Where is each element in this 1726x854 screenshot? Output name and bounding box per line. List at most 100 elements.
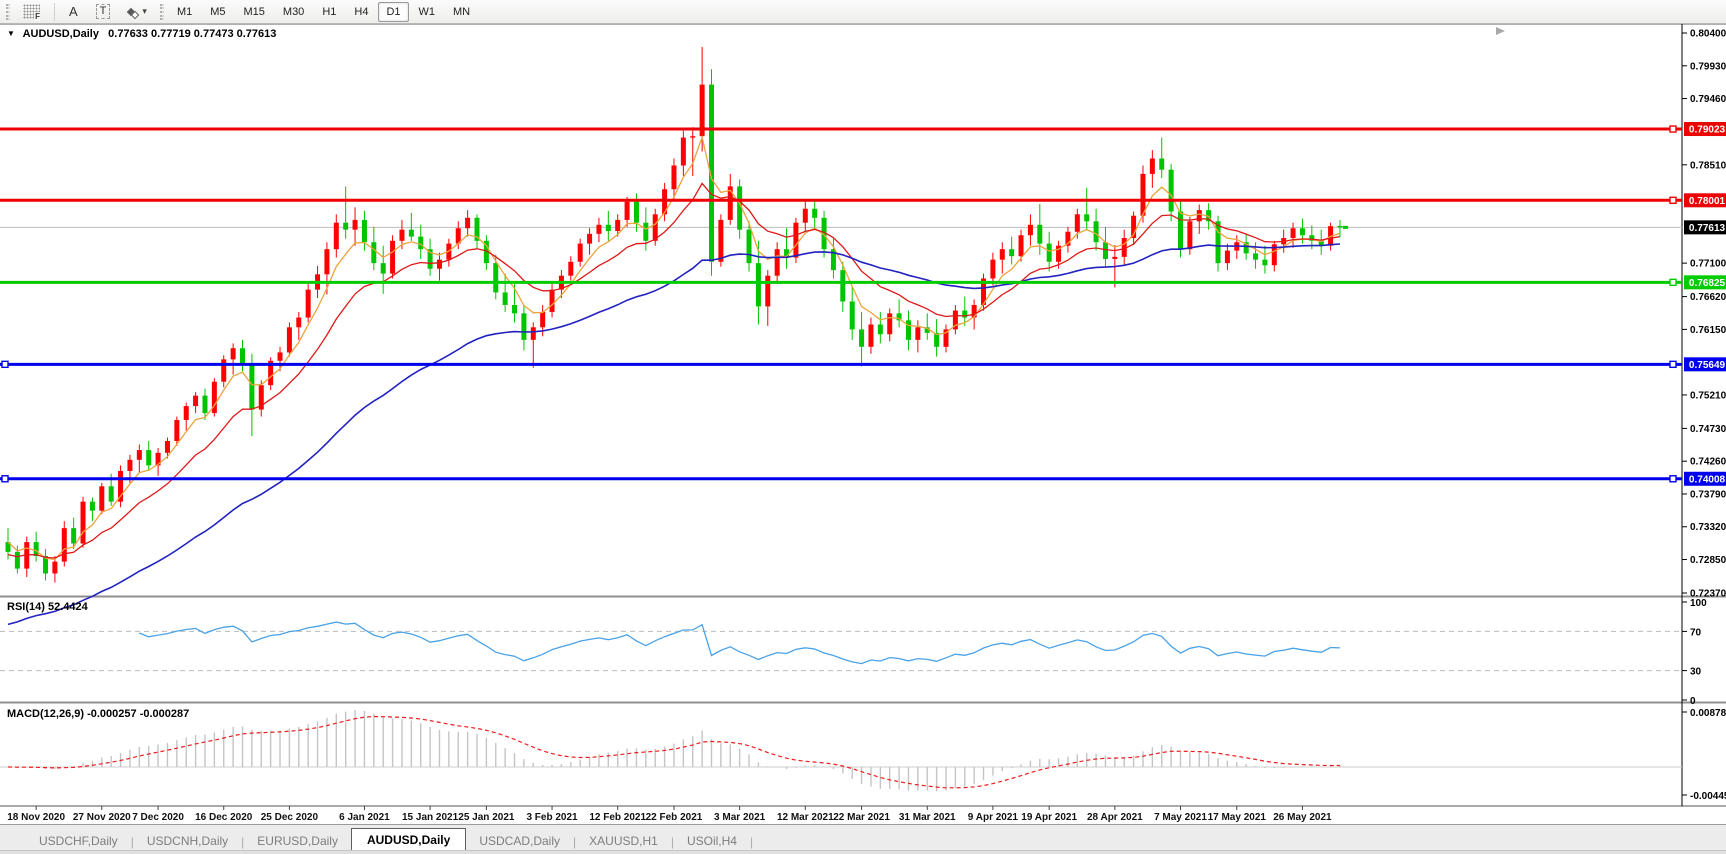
timeframe-m5-button[interactable]: M5 <box>202 2 233 22</box>
macd-axis-min: -0.004451 <box>1690 791 1726 802</box>
date-tick-label: 31 Mar 2021 <box>899 812 956 823</box>
candle-body <box>840 270 845 301</box>
candle-body <box>1037 225 1042 244</box>
timeframe-d1-button[interactable]: D1 <box>378 2 408 22</box>
ma-medium-line <box>8 183 1340 558</box>
panel-borders <box>0 24 1726 806</box>
macd-axis-max: 0.008782 <box>1690 708 1726 719</box>
candle-body <box>240 348 245 364</box>
price-line-value: 0.79023 <box>1689 125 1726 136</box>
horizontal-level-line[interactable]: 0.74008 <box>0 472 1726 486</box>
line-handle <box>1670 361 1676 367</box>
cursor-tool-button[interactable]: A <box>61 2 86 22</box>
date-tick-label: 18 Nov 2020 <box>7 812 65 823</box>
price-tick-label: 0.77100 <box>1690 259 1726 270</box>
candle-body <box>409 230 414 237</box>
timeframe-m1-button[interactable]: M1 <box>169 2 200 22</box>
horizontal-level-line[interactable]: 0.76825 <box>0 275 1726 289</box>
candle-body <box>1187 221 1192 249</box>
candle-body <box>578 244 583 262</box>
candle-body <box>34 542 39 556</box>
text-box-icon: T <box>96 4 111 19</box>
candle-body <box>887 313 892 334</box>
candle-body <box>465 218 470 228</box>
date-tick-label: 7 Dec 2020 <box>132 812 184 823</box>
candle-body <box>353 220 358 230</box>
candle-body <box>587 234 592 244</box>
candle-body <box>306 290 311 318</box>
candle-body <box>568 262 573 276</box>
date-tick-label: 25 Jan 2021 <box>458 812 515 823</box>
date-tick-label: 15 Jan 2021 <box>402 812 459 823</box>
candle-body <box>1159 159 1164 170</box>
candle-body <box>1300 228 1305 235</box>
line-handle <box>1670 476 1676 482</box>
price-line-value: 0.75649 <box>1689 360 1726 371</box>
date-tick-label: 22 Feb 2021 <box>646 812 703 823</box>
rsi-tick-label: 100 <box>1690 598 1707 609</box>
candle-body <box>52 562 57 574</box>
last-close-marker <box>1343 226 1348 229</box>
bid-price-label: 0.77613 <box>1684 220 1726 234</box>
candle-body <box>596 225 601 234</box>
candles-layer[interactable] <box>6 47 1348 583</box>
candle-body <box>493 263 498 292</box>
date-axis: 18 Nov 202027 Nov 20207 Dec 202016 Dec 2… <box>7 806 1332 823</box>
candle-body <box>381 263 386 273</box>
toolbar-grip[interactable] <box>160 4 164 20</box>
date-tick-label: 12 Mar 2021 <box>777 812 834 823</box>
candle-body <box>812 209 817 218</box>
candle-body <box>1075 214 1080 231</box>
candle-body <box>1000 249 1005 259</box>
timeframe-m15-button[interactable]: M15 <box>236 2 273 22</box>
candle-body <box>278 352 283 360</box>
price-tick-label: 0.73790 <box>1690 489 1726 500</box>
line-handle <box>2 476 8 482</box>
timeframe-h4-button[interactable]: H4 <box>346 2 376 22</box>
candle-body <box>634 202 639 223</box>
line-handle <box>1670 279 1676 285</box>
status-strip <box>0 850 1726 854</box>
price-tick-label: 0.80400 <box>1690 29 1726 40</box>
candle-body <box>146 450 151 465</box>
date-tick-label: 17 May 2021 <box>1208 812 1267 823</box>
chart-canvas[interactable]: 0.804000.799300.794600.785100.771000.766… <box>0 24 1726 824</box>
date-tick-label: 27 Nov 2020 <box>73 812 131 823</box>
candle-body <box>127 460 132 471</box>
price-line-value: 0.76825 <box>1689 278 1726 289</box>
candle-body <box>1019 235 1024 256</box>
candle-body <box>1225 251 1230 264</box>
price-tick-label: 0.76150 <box>1690 325 1726 336</box>
candle-body <box>1112 257 1117 259</box>
candle-body <box>747 230 752 263</box>
price-tick-label: 0.79460 <box>1690 94 1726 105</box>
candle-body <box>521 313 526 340</box>
timeframe-mn-button[interactable]: MN <box>445 2 478 22</box>
candle-body <box>681 138 686 166</box>
date-tick-label: 26 May 2021 <box>1273 812 1332 823</box>
toolbar-grip[interactable] <box>6 4 10 20</box>
horizontal-level-line[interactable]: 0.79023 <box>0 122 1726 136</box>
candle-body <box>1216 221 1221 263</box>
timeframe-m30-button[interactable]: M30 <box>275 2 312 22</box>
timeframe-h1-button[interactable]: H1 <box>314 2 344 22</box>
horizontal-level-line[interactable]: 0.78001 <box>0 193 1726 207</box>
candle-body <box>231 348 236 359</box>
indicators-grid-button[interactable]: F <box>15 2 48 22</box>
timeframe-w1-button[interactable]: W1 <box>411 2 444 22</box>
candle-body <box>606 225 611 231</box>
candle-body <box>137 450 142 460</box>
shapes-tool-button[interactable]: ▾ <box>120 2 155 22</box>
candle-body <box>343 223 348 230</box>
diamond-outline-icon <box>131 10 139 18</box>
candle-body <box>625 202 630 220</box>
price-line-value: 0.78001 <box>1689 196 1726 207</box>
candle-body <box>221 359 226 381</box>
candle-body <box>81 502 86 544</box>
horizontal-level-line[interactable]: 0.75649 <box>0 357 1726 371</box>
rsi-tick-label: 70 <box>1690 627 1702 638</box>
rsi-line <box>139 622 1340 664</box>
candle-body <box>803 209 808 223</box>
text-label-tool-button[interactable]: T <box>88 2 119 22</box>
scroll-end-icon <box>1496 27 1505 35</box>
